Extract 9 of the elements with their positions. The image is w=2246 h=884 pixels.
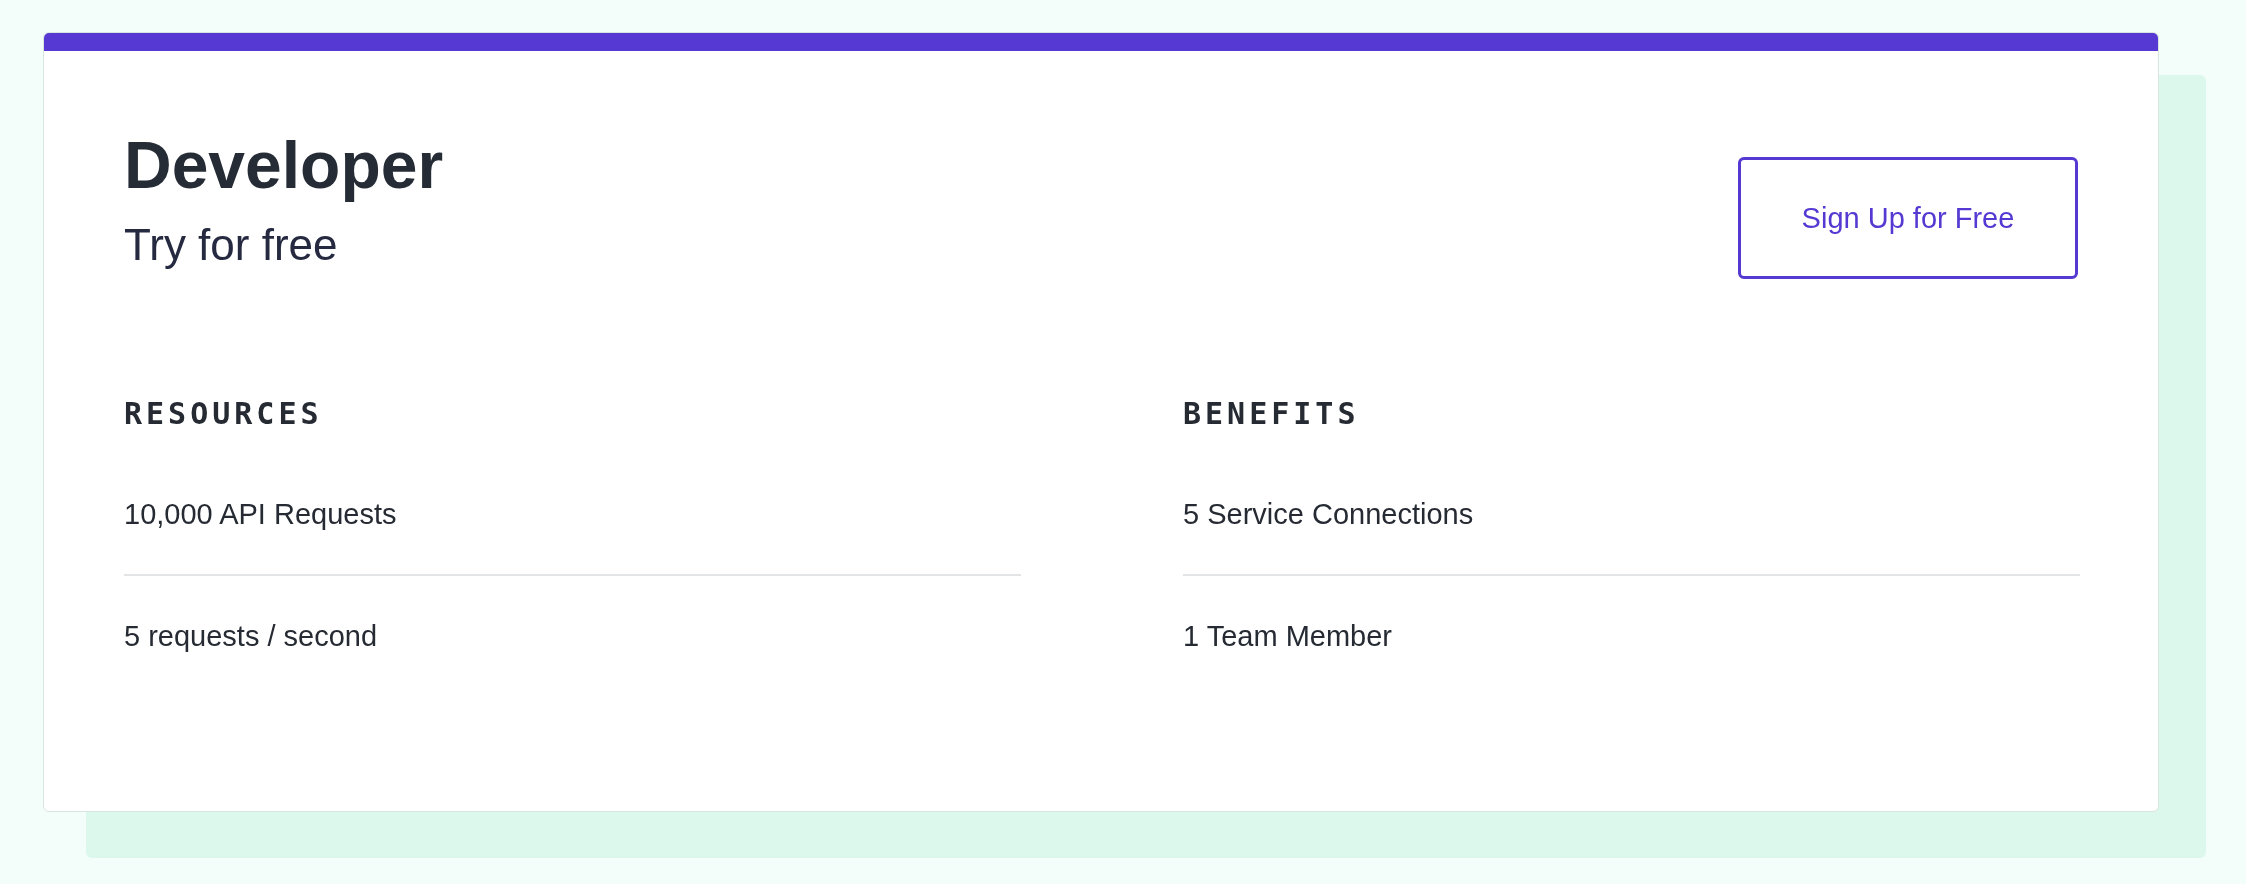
section-heading: BENEFITS (1183, 395, 1361, 433)
plan-subtitle: Try for free (124, 219, 339, 271)
feature-item: 10,000 API Requests (124, 497, 398, 532)
plan-title: Developer (124, 127, 444, 204)
section-heading: RESOURCES (124, 395, 324, 433)
feature-item: 1 Team Member (1183, 574, 2080, 696)
feature-item: 5 Service Connections (1183, 497, 1475, 532)
feature-item: 5 requests / second (124, 574, 1021, 696)
sign-up-button[interactable]: Sign Up for Free (1738, 157, 2078, 279)
